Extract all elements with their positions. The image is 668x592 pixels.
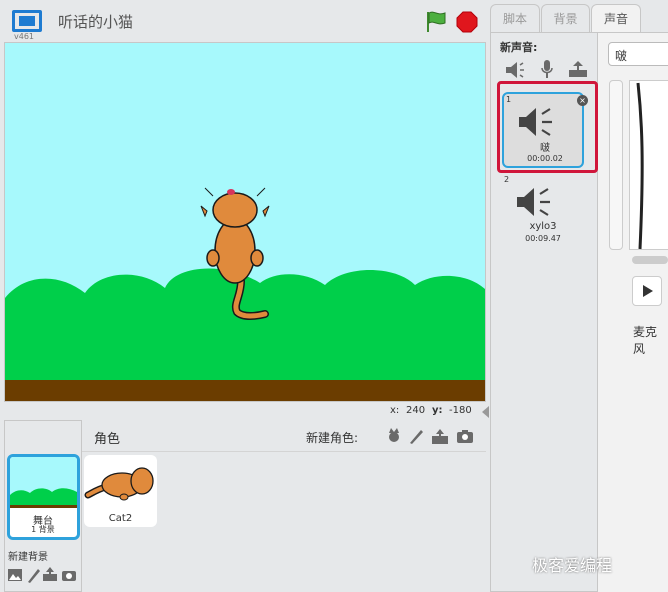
stage-thumb-backdrop-count: 1 背景 [31,525,55,534]
record-microphone-icon[interactable] [539,59,555,79]
sound-name: 啵 [540,143,550,154]
mouse-coordinates: x: 240 y: -180 [4,402,486,420]
sound-index: 1 [506,95,512,104]
upload-sound-icon[interactable] [568,59,588,79]
camera-sprite-icon[interactable] [456,427,474,445]
speaker-icon [517,188,550,216]
sprite-name: Cat2 [108,513,133,524]
sound-duration: 00:00.02 [527,154,563,163]
fullscreen-icon[interactable] [12,10,42,32]
speaker-icon [519,108,552,136]
sound-index: 2 [504,175,510,184]
new-sound-label: 新声音: [500,41,538,54]
new-backdrop-label: 新建背景 [8,552,48,563]
cat-thumb-image [84,467,154,501]
upload-backdrop-icon[interactable] [42,566,58,582]
sprite-pane-header [82,420,486,452]
tab-sounds[interactable]: 声音 [591,4,641,32]
upload-sprite-icon[interactable] [431,427,449,445]
x-label: x: [390,405,400,416]
cat-sprite[interactable] [195,186,275,321]
stage-thumb-image [10,457,77,513]
collapse-arrow-icon[interactable] [482,406,489,418]
sound-item[interactable]: 1 × 啵 00:00.02 [502,92,588,168]
y-label: y: [432,405,443,416]
sound-name: xylo3 [529,221,557,232]
choose-backdrop-library-icon[interactable] [7,567,23,583]
camera-backdrop-icon[interactable] [61,567,77,583]
x-value: 240 [406,405,426,416]
tab-scripts[interactable]: 脚本 [490,4,540,32]
tab-backdrops[interactable]: 背景 [541,4,590,32]
y-value: -180 [449,405,472,416]
horizontal-scrollbar[interactable] [632,256,668,264]
sound-item[interactable]: 2 xylo3 00:09.47 [502,174,584,250]
play-icon [643,285,653,297]
waveform-image [636,82,644,250]
green-flag-icon[interactable] [425,10,447,34]
play-button[interactable] [632,276,662,306]
editor-tabs: 脚本 背景 声音 [490,0,668,32]
new-sprite-label: 新建角色: [306,431,359,445]
delete-sound-icon[interactable]: × [577,95,588,106]
microphone-label: 麦克风 [633,325,658,356]
sprites-label: 角色 [94,432,121,447]
paint-backdrop-icon[interactable] [26,567,42,583]
sound-name-input[interactable]: 啵 [608,42,668,66]
choose-sound-library-icon[interactable] [505,60,525,80]
paint-new-sprite-icon[interactable] [407,427,425,445]
version-label: v461 [14,32,35,41]
stage-canvas[interactable] [4,42,486,402]
waveform-view[interactable] [629,80,668,250]
stop-icon[interactable] [456,11,478,33]
choose-sprite-library-icon[interactable] [385,427,403,445]
watermark-text: 极客爱编程 [532,556,613,575]
volume-slider-track[interactable] [609,80,623,250]
sound-duration: 00:09.47 [525,234,561,243]
project-title[interactable]: 听话的小猫 [58,11,133,32]
scratch-editor: v461 听话的小猫 x: 240 y: -180 角色 新建角色: 舞台 1 … [0,0,668,592]
